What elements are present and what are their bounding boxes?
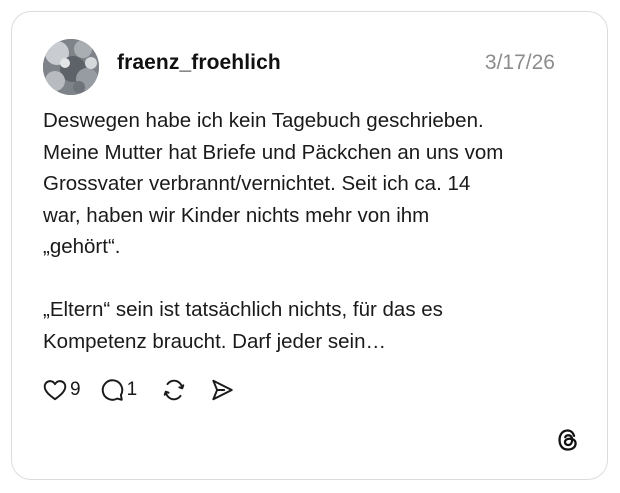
threads-logo-icon[interactable] — [555, 427, 581, 453]
post-card: fraenz_froehlich 3/17/26 Deswegen habe i… — [11, 11, 608, 480]
repost-button[interactable] — [161, 377, 187, 403]
repost-icon — [163, 379, 185, 401]
avatar-image — [43, 39, 99, 95]
comment-icon — [101, 379, 123, 401]
reply-count: 1 — [126, 379, 138, 400]
post-text: Deswegen habe ich kein Tagebuch geschrie… — [43, 109, 504, 353]
heart-icon — [43, 380, 67, 401]
like-count: 9 — [70, 379, 81, 400]
share-button[interactable] — [209, 377, 235, 403]
post-actions: 9 1 — [42, 375, 235, 405]
post-date: 3/17/26 — [484, 51, 555, 74]
reply-button[interactable]: 1 — [99, 377, 138, 403]
like-button[interactable]: 9 — [42, 377, 81, 403]
username[interactable]: fraenz_froehlich — [117, 51, 281, 75]
avatar[interactable] — [43, 39, 99, 95]
send-icon — [212, 379, 233, 401]
